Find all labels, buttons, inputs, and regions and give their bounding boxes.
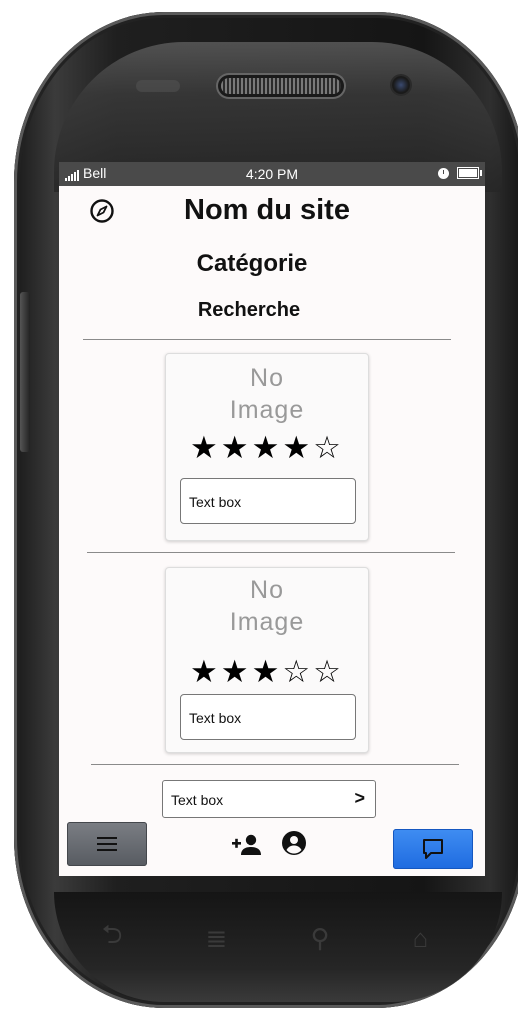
star-rating: ★★★☆☆	[190, 654, 344, 689]
divider	[87, 552, 455, 553]
site-title: Nom du site	[184, 194, 350, 226]
result-card[interactable]: No Image ★★★☆☆ Text box	[165, 567, 369, 753]
no-image-line1: No	[250, 576, 284, 604]
star-rating: ★★★★☆	[190, 430, 344, 465]
no-image-line2: Image	[229, 396, 305, 424]
proximity-sensor	[136, 80, 180, 92]
hardware-nav-keys: ⮌ ≣ ⚲ ⌂	[60, 918, 470, 958]
battery-icon	[457, 167, 482, 179]
status-icons	[438, 167, 482, 179]
compass-icon[interactable]	[89, 198, 115, 224]
chat-bubble-icon	[423, 839, 443, 859]
alarm-icon	[438, 167, 449, 179]
menu-button[interactable]	[67, 822, 147, 866]
status-time: 4:20 PM	[245, 166, 299, 182]
account-circle-icon[interactable]	[281, 830, 307, 856]
card-text-box[interactable]: Text box	[180, 694, 356, 740]
no-image-line2: Image	[229, 608, 305, 636]
category-heading[interactable]: Catégorie	[59, 250, 445, 278]
divider	[91, 764, 459, 765]
earpiece-speaker	[221, 78, 341, 94]
divider	[83, 339, 451, 340]
front-camera	[392, 76, 410, 94]
app-screen: Bell 4:20 PM Nom du site Catégorie Reche…	[59, 162, 485, 876]
result-card[interactable]: No Image ★★★★☆ Text box	[165, 353, 369, 541]
home-key-icon: ≣	[205, 922, 228, 953]
search-heading[interactable]: Recherche	[59, 299, 439, 322]
chevron-right-icon[interactable]: >	[346, 781, 365, 815]
card-text-box[interactable]: Text box	[180, 478, 356, 524]
add-user-icon[interactable]	[231, 832, 261, 856]
house-key-icon: ⌂	[412, 922, 429, 953]
no-image-line1: No	[250, 364, 284, 392]
search-key-icon: ⚲	[310, 922, 330, 953]
hamburger-menu-icon	[97, 837, 117, 851]
volume-button	[20, 292, 30, 452]
chat-button[interactable]	[393, 829, 473, 869]
bottom-input-value: Text box	[171, 792, 224, 808]
bottom-text-input[interactable]: Text box >	[162, 780, 376, 818]
status-bar: Bell 4:20 PM	[59, 162, 485, 186]
back-key-icon: ⮌	[101, 919, 123, 949]
